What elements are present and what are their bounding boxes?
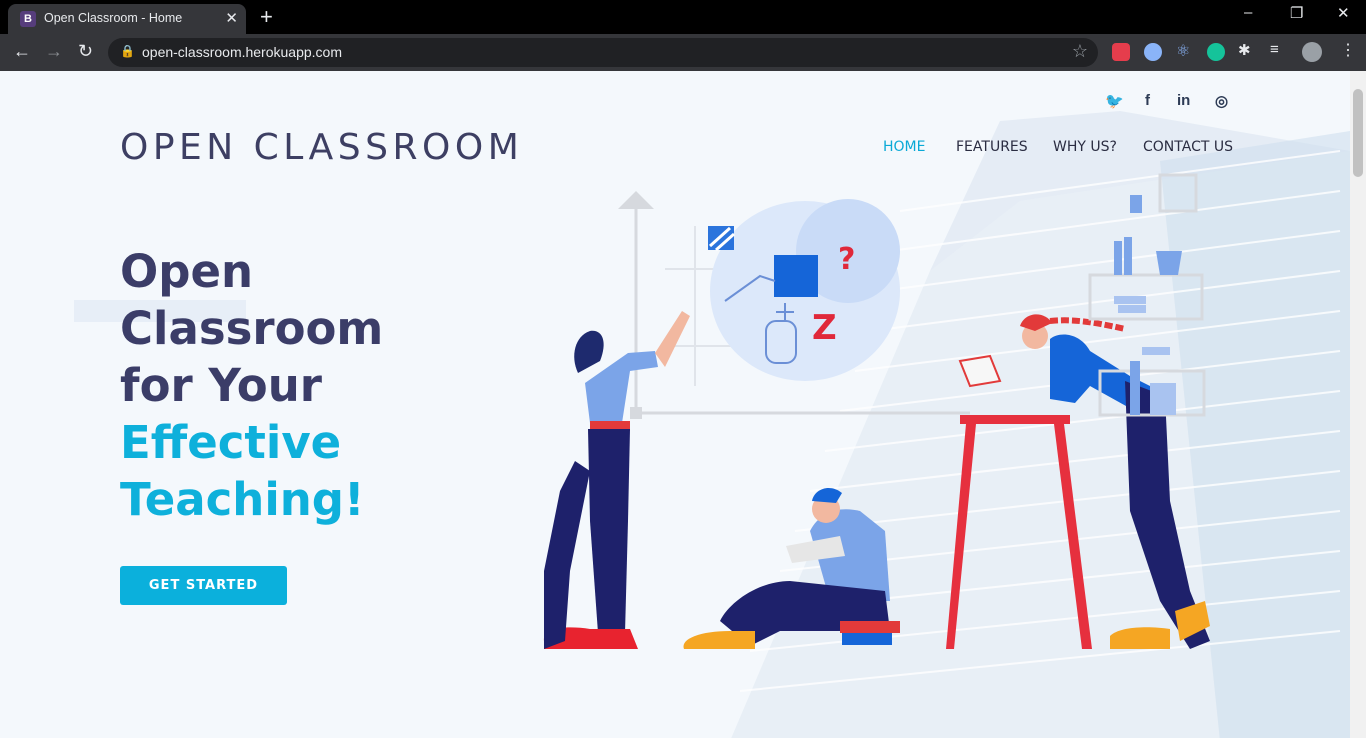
classroom-illustration: Z ? xyxy=(543,173,1210,649)
facebook-icon[interactable]: f xyxy=(1145,92,1150,109)
url-text[interactable]: open-classroom.herokuapp.com xyxy=(142,44,342,60)
svg-text:Z: Z xyxy=(812,308,837,348)
hero-line-2: Classroom xyxy=(120,302,384,355)
nav-contact-us[interactable]: CONTACT US xyxy=(1143,139,1233,155)
browser-menu-icon[interactable]: ⋮ xyxy=(1340,40,1358,59)
window-close-button[interactable]: ✕ xyxy=(1337,4,1350,22)
site-logo[interactable]: OPEN CLASSROOM xyxy=(120,127,523,168)
tab-strip: B Open Classroom - Home ✕ + – ❐ ✕ xyxy=(0,0,1366,34)
page-content: 🐦 f in ◎ OPEN CLASSROOM HOME FEATURES WH… xyxy=(0,71,1350,738)
browser-tab[interactable]: B Open Classroom - Home ✕ xyxy=(8,4,246,34)
reload-icon[interactable]: ↻ xyxy=(78,41,93,62)
lock-icon: 🔒 xyxy=(120,44,135,58)
tab-close-icon[interactable]: ✕ xyxy=(225,9,238,27)
extensions-puzzle-icon[interactable]: ✱ xyxy=(1238,41,1256,59)
hero-line-1: Open xyxy=(120,245,254,298)
forward-arrow-icon[interactable]: → xyxy=(45,41,63,62)
address-bar[interactable]: 🔒 open-classroom.herokuapp.com ☆ xyxy=(108,38,1098,67)
media-control-icon[interactable]: ≡ xyxy=(1270,41,1288,59)
get-started-button[interactable]: GET STARTED xyxy=(120,566,287,605)
instagram-icon[interactable]: ◎ xyxy=(1215,92,1228,110)
browser-toolbar: ← → ↻ 🔒 open-classroom.herokuapp.com ☆ ⚛… xyxy=(0,34,1366,71)
restore-button[interactable]: ❐ xyxy=(1290,4,1303,22)
nav-why-us[interactable]: WHY US? xyxy=(1053,139,1117,155)
hero-headline: Open Classroom for Your Effective Teachi… xyxy=(120,243,383,528)
profile-avatar[interactable] xyxy=(1302,42,1322,62)
extension-circle-icon[interactable] xyxy=(1144,43,1162,61)
hero-line-5: Teaching! xyxy=(120,473,365,526)
browser-chrome: B Open Classroom - Home ✕ + – ❐ ✕ ← → ↻ … xyxy=(0,0,1366,71)
nav-features[interactable]: FEATURES xyxy=(956,139,1028,155)
react-devtools-icon[interactable]: ⚛ xyxy=(1176,41,1194,60)
twitter-icon[interactable]: 🐦 xyxy=(1105,92,1124,110)
pocket-extension-icon[interactable] xyxy=(1112,43,1130,61)
back-arrow-icon[interactable]: ← xyxy=(13,41,31,62)
tab-title: Open Classroom - Home xyxy=(44,11,183,25)
bootstrap-favicon-icon: B xyxy=(20,11,36,27)
minimize-button[interactable]: – xyxy=(1244,4,1252,21)
bookmark-star-icon[interactable]: ☆ xyxy=(1072,41,1088,62)
grammarly-icon[interactable] xyxy=(1207,43,1225,61)
scrollbar-thumb[interactable] xyxy=(1353,89,1363,177)
linkedin-icon[interactable]: in xyxy=(1177,92,1190,109)
new-tab-button[interactable]: + xyxy=(260,4,273,30)
nav-home[interactable]: HOME xyxy=(883,139,925,155)
hero-line-4: Effective xyxy=(120,416,342,469)
svg-text:?: ? xyxy=(838,242,855,277)
hero-line-3: for Your xyxy=(120,359,322,412)
page-scrollbar[interactable] xyxy=(1350,71,1366,738)
